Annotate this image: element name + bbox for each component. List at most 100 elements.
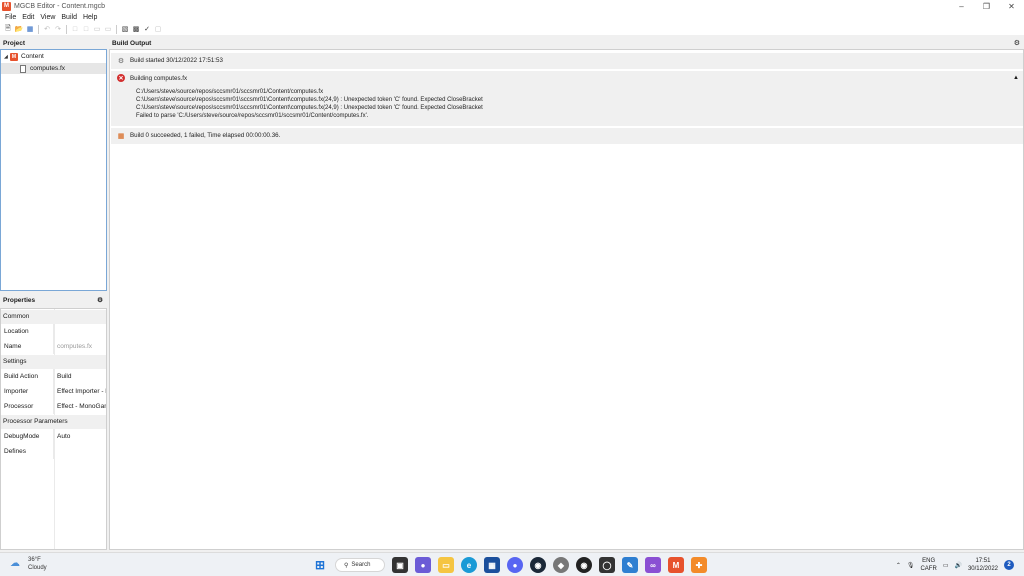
menu-bar: File Edit View Build Help [0, 12, 1024, 23]
undo-icon[interactable]: ↶ [42, 24, 52, 34]
properties-panel-title: Properties ⚙ [0, 295, 108, 306]
language-code: ENG [922, 558, 936, 564]
discord-icon[interactable]: ● [507, 557, 523, 573]
app-icon[interactable]: ◆ [553, 557, 569, 573]
oculus-icon[interactable]: ◯ [599, 557, 615, 573]
property-row[interactable]: DebugMode Auto [1, 429, 106, 444]
volume-icon[interactable]: 🔊 [954, 562, 961, 569]
title-bar: M MGCB Editor - Content.mgcb – ❐ ✕ [0, 0, 1024, 12]
build-item-error-block[interactable]: ✕ Building computes.fx ▲ C:/Users/steve/… [111, 71, 1023, 126]
gear-icon[interactable]: ⚙ [97, 295, 103, 306]
property-row[interactable]: Build Action Build [1, 369, 106, 384]
building-item-text: Building computes.fx [130, 75, 188, 82]
menu-view[interactable]: View [37, 14, 58, 21]
search-icon: ⚲ [344, 562, 349, 569]
teams-chat-icon[interactable]: ● [415, 557, 431, 573]
tree-item-content[interactable]: ◢ M Content [1, 51, 106, 62]
property-row[interactable]: Location [1, 324, 106, 339]
new-item-icon[interactable]: □ [81, 24, 91, 34]
property-value[interactable]: Build [54, 369, 106, 384]
tree-item-computes[interactable]: computes.fx [1, 63, 106, 74]
store-icon[interactable]: ▦ [484, 557, 500, 573]
menu-help[interactable]: Help [80, 14, 100, 21]
gear-icon[interactable]: ⚙ [1014, 38, 1020, 49]
build-started-row: ⚙ Build started 30/12/2022 17:51:53 [111, 53, 1023, 69]
build-started-text: Build started 30/12/2022 17:51:53 [130, 57, 223, 64]
build-output-panel: ⚙ Build started 30/12/2022 17:51:53 ✕ Bu… [109, 49, 1024, 550]
property-name: Processor [1, 399, 54, 414]
property-value[interactable] [54, 324, 106, 339]
taskbar-search[interactable]: ⚲ Search [335, 558, 385, 572]
mgcb-editor-taskbar-icon[interactable]: ✚ [691, 557, 707, 573]
redo-icon[interactable]: ↷ [53, 24, 63, 34]
menu-file[interactable]: File [2, 14, 19, 21]
microphone-icon[interactable]: 🎙 [907, 562, 915, 569]
existing-folder-icon[interactable]: ▭ [103, 24, 113, 34]
chevron-up-icon[interactable]: ⌃ [896, 562, 901, 569]
language-indicator[interactable]: ENG CAFR [920, 557, 936, 573]
output-detail-line: C:\Users\steve\source\repos\sccsmr01\scc… [136, 105, 483, 111]
weather-temperature: 36°F [28, 557, 41, 563]
file-explorer-icon[interactable]: ▭ [438, 557, 454, 573]
property-value[interactable]: Auto [54, 429, 106, 444]
property-row[interactable]: Defines [1, 444, 106, 459]
add-item-icon[interactable]: □ [70, 24, 80, 34]
property-category[interactable]: Common [1, 310, 106, 324]
property-category[interactable]: Settings [1, 355, 106, 369]
project-panel-title: Project [0, 38, 108, 49]
project-tree[interactable]: ◢ M Content computes.fx [0, 49, 107, 291]
cancel-build-icon[interactable]: ▢ [153, 24, 163, 34]
close-icon[interactable]: ✕ [999, 0, 1024, 12]
menu-build[interactable]: Build [58, 14, 80, 21]
property-row[interactable]: Name computes.fx [1, 339, 106, 354]
monogame-icon[interactable]: M [668, 557, 684, 573]
network-icon[interactable]: ▭ [943, 562, 949, 569]
rebuild-icon[interactable]: ▩ [131, 24, 141, 34]
property-name: Name [1, 339, 54, 354]
minimize-icon[interactable]: – [949, 0, 974, 12]
unity-hub-icon[interactable]: ◉ [576, 557, 592, 573]
save-icon[interactable]: ▦ [25, 24, 35, 34]
build-summary-text: Build 0 succeeded, 1 failed, Time elapse… [130, 132, 281, 139]
build-icon[interactable]: ▧ [120, 24, 130, 34]
notification-badge-icon[interactable]: 2 [1004, 560, 1014, 570]
windows-start-icon[interactable]: ⊞ [312, 557, 328, 573]
cloud-icon: ☁ [10, 558, 20, 569]
menu-edit[interactable]: Edit [19, 14, 37, 21]
new-folder-icon[interactable]: ▭ [92, 24, 102, 34]
property-row[interactable]: Processor Effect - MonoGame [1, 399, 106, 414]
clean-icon[interactable]: ✓ [142, 24, 152, 34]
property-name: Importer [1, 384, 54, 399]
new-icon[interactable]: 🗎 [3, 24, 13, 34]
property-name: DebugMode [1, 429, 54, 444]
visual-studio-icon[interactable]: ∞ [645, 557, 661, 573]
edge-browser-icon[interactable]: e [461, 557, 477, 573]
clock-time: 17:51 [975, 558, 991, 564]
error-icon: ✕ [117, 74, 125, 82]
clock[interactable]: 17:51 30/12/2022 [968, 557, 998, 573]
search-label: Search [351, 562, 371, 568]
build-result-icon: ▦ [117, 133, 125, 140]
weather-widget[interactable]: ☁ 36°F Cloudy [10, 556, 47, 572]
property-value[interactable]: Effect - MonoGame [54, 399, 106, 414]
steam-icon[interactable]: ◉ [530, 557, 546, 573]
taskbar-apps: ⊞ ⚲ Search ▣ ● ▭ e ▦ ● ◉ ◆ ◉ ◯ ✎ ∞ M ✚ [312, 556, 707, 574]
file-icon [20, 64, 26, 73]
window-controls: – ❐ ✕ [949, 0, 1024, 12]
property-value[interactable] [54, 444, 106, 459]
property-value[interactable]: Effect Importer - M [54, 384, 106, 399]
keyboard-layout: CAFR [920, 566, 937, 572]
tree-item-label: computes.fx [30, 65, 66, 72]
clock-date: 30/12/2022 [967, 566, 998, 572]
property-value[interactable]: computes.fx [54, 339, 106, 354]
maximize-icon[interactable]: ❐ [974, 0, 999, 12]
collapse-arrow-icon[interactable]: ▲ [1013, 75, 1019, 81]
open-icon[interactable]: 📂 [14, 24, 24, 34]
properties-grid: Common Location Name computes.fx Setting… [0, 308, 107, 550]
property-category[interactable]: Processor Parameters [1, 415, 106, 429]
property-row[interactable]: Importer Effect Importer - M [1, 384, 106, 399]
build-output-label: Build Output [112, 40, 152, 47]
build-summary-row: ▦ Build 0 succeeded, 1 failed, Time elap… [111, 128, 1023, 144]
task-view-icon[interactable]: ▣ [392, 557, 408, 573]
paint-icon[interactable]: ✎ [622, 557, 638, 573]
